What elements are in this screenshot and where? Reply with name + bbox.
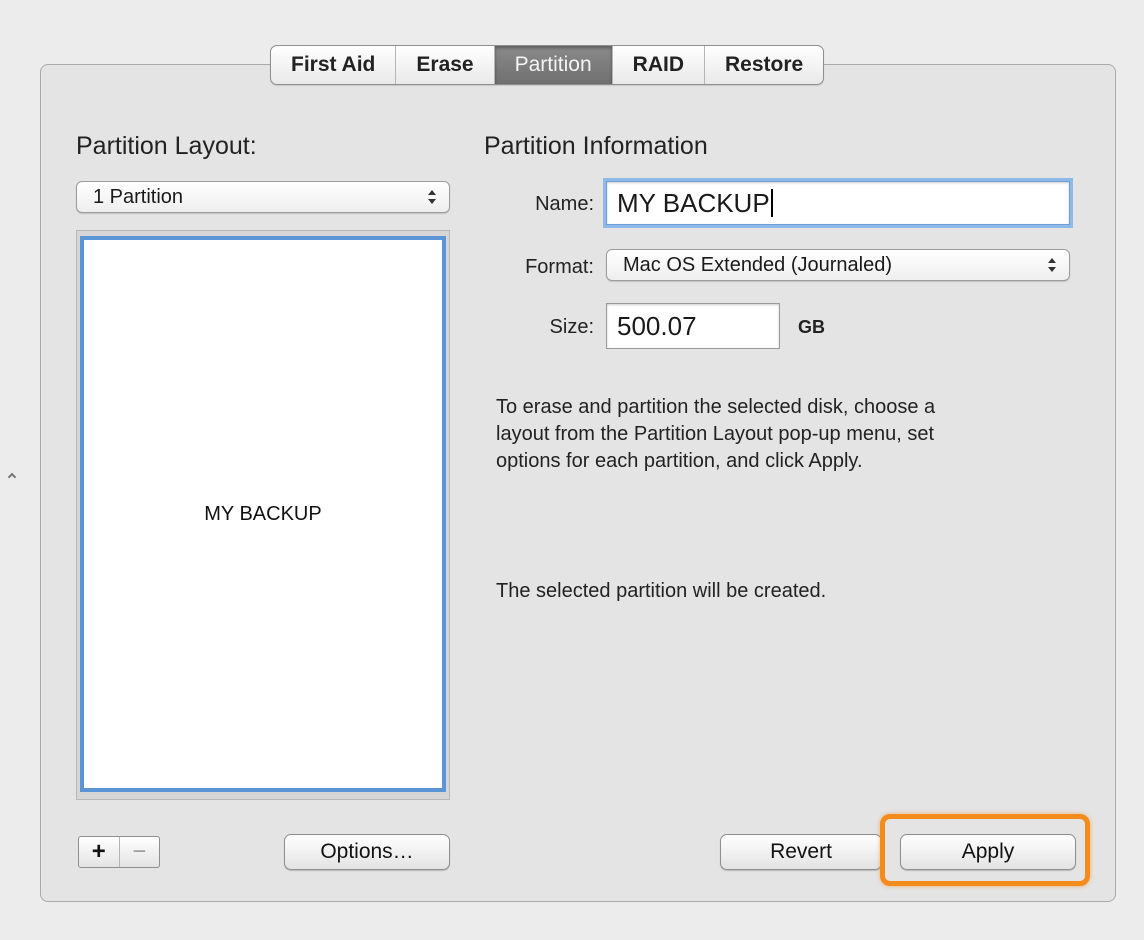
apply-highlight-outline [880, 814, 1090, 886]
split-view-grip-icon[interactable] [7, 472, 17, 482]
instructions-line: options for each partition, and click Ap… [496, 450, 863, 472]
updown-arrows-icon [1048, 258, 1056, 272]
size-unit: GB [798, 317, 825, 337]
partition-status-text: The selected partition will be created. [496, 580, 827, 602]
name-field[interactable]: MY BACKUP [606, 181, 1070, 225]
size-field-value: 500.07 [617, 310, 697, 341]
add-remove-control: + − [78, 836, 160, 868]
partition-layout-popup-value: 1 Partition [93, 185, 184, 208]
format-popup[interactable]: Mac OS Extended (Journaled) [606, 249, 1070, 281]
revert-button[interactable]: Revert [720, 834, 882, 870]
options-button[interactable]: Options… [284, 834, 450, 870]
tab-first-aid[interactable]: First Aid [271, 46, 397, 84]
partition-information-heading: Partition Information [484, 132, 708, 160]
partition-layout-popup[interactable]: 1 Partition [76, 181, 450, 213]
tab-restore[interactable]: Restore [705, 46, 823, 84]
format-popup-value: Mac OS Extended (Journaled) [623, 253, 893, 276]
tab-erase[interactable]: Erase [396, 46, 495, 84]
format-label: Format: [525, 256, 594, 278]
instructions-line: To erase and partition the selected disk… [496, 396, 936, 418]
remove-partition-button[interactable]: − [118, 837, 160, 867]
partition-instructions: To erase and partition the selected disk… [496, 394, 1056, 475]
partition-map-block[interactable]: MY BACKUP [80, 236, 446, 792]
instructions-line: layout from the Partition Layout pop-up … [496, 423, 935, 445]
name-label: Name: [535, 193, 594, 215]
text-caret [770, 189, 773, 217]
partition-map-label: MY BACKUP [204, 502, 322, 525]
size-label: Size: [549, 316, 594, 338]
partition-layout-heading: Partition Layout: [76, 132, 257, 160]
updown-arrows-icon [428, 190, 436, 204]
size-field[interactable]: 500.07 [606, 303, 780, 349]
tab-raid[interactable]: RAID [613, 46, 705, 84]
add-partition-button[interactable]: + [79, 837, 119, 867]
name-field-value: MY BACKUP [617, 187, 770, 218]
tab-partition[interactable]: Partition [494, 46, 613, 84]
disk-utility-tab-bar: First Aid Erase Partition RAID Restore [270, 45, 825, 85]
